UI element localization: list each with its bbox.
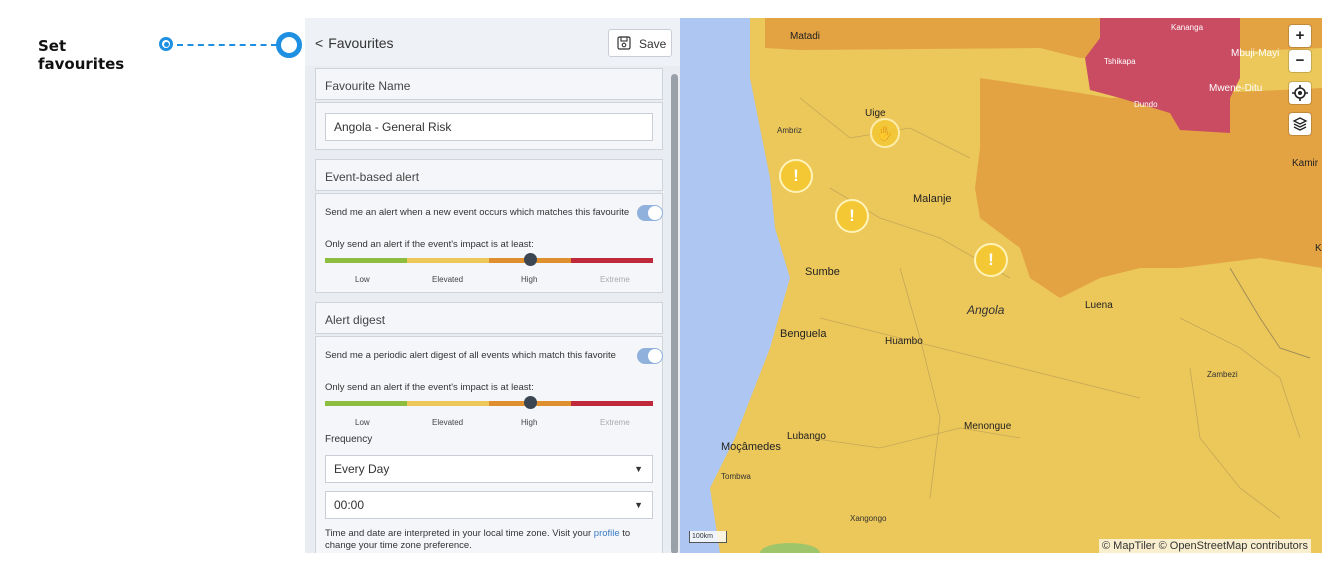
map-attribution[interactable]: © MapTiler © OpenStreetMap contributors (1099, 539, 1311, 553)
alert-marker-icon[interactable]: ! (835, 199, 869, 233)
save-button[interactable]: Save (608, 29, 672, 57)
event-alert-heading: Event-based alert (325, 170, 420, 184)
level-label-high: High (521, 275, 538, 284)
slider-segment-elevated (407, 258, 489, 263)
favourite-name-input[interactable]: Angola - General Risk (325, 113, 653, 141)
callout-target-icon (276, 32, 302, 58)
profile-link[interactable]: profile (594, 528, 620, 539)
favourites-panel: < Favourites Save Favourite Name Angola -… (305, 18, 680, 553)
place-dundo: Dundo (1134, 100, 1158, 109)
locate-icon (1292, 85, 1308, 101)
level-label-low: Low (355, 275, 370, 284)
back-button[interactable]: < Favourites (315, 35, 394, 51)
back-label: Favourites (328, 35, 394, 51)
callout-label: Set favourites (38, 37, 125, 73)
favourite-name-section: Angola - General Risk (315, 102, 663, 150)
place-zambezi: Zambezi (1207, 370, 1238, 379)
level-label-high: High (521, 418, 538, 427)
event-impact-slider[interactable] (325, 253, 653, 266)
digest-heading: Alert digest (325, 313, 386, 327)
place-ambriz: Ambriz (777, 126, 802, 135)
zoom-in-button[interactable]: + (1289, 25, 1311, 47)
place-malanje: Malanje (913, 193, 952, 205)
time-select[interactable]: 00:00 ▼ (325, 491, 653, 519)
save-label: Save (639, 37, 667, 51)
timezone-note: Time and date are interpreted in your lo… (325, 528, 655, 552)
favourite-name-heading: Favourite Name (325, 79, 411, 93)
level-label-extreme: Extreme (600, 275, 630, 284)
layers-icon (1292, 117, 1308, 131)
digest-header: Alert digest (315, 302, 663, 334)
save-icon (617, 36, 631, 50)
digest-section: Send me a periodic alert digest of all e… (315, 336, 663, 553)
slider-segment-elevated (407, 401, 489, 406)
chevron-down-icon: ▼ (634, 500, 643, 510)
note-text: Time and date are interpreted in your lo… (325, 528, 594, 539)
slider-segment-extreme (571, 401, 653, 406)
callout-connector (177, 44, 277, 46)
event-slider-handle[interactable] (524, 253, 537, 266)
place-mbuji-mayi: Mbuji-Mayi (1231, 48, 1280, 59)
risk-map[interactable]: Matadi Kananga Tshikapa Mbuji-Mayi Mwene… (680, 18, 1322, 553)
place-mocamedes: Moçâmedes (721, 441, 781, 453)
panel-header: < Favourites Save (305, 18, 680, 66)
event-alert-toggle-text: Send me an alert when a new event occurs… (325, 207, 630, 218)
zoom-out-button[interactable]: − (1289, 50, 1311, 72)
map-canvas (710, 18, 1322, 553)
place-k-edge: K (1315, 243, 1322, 254)
place-luena: Luena (1085, 300, 1113, 311)
event-alert-toggle[interactable] (637, 205, 663, 221)
digest-impact-text: Only send an alert if the event's impact… (325, 382, 534, 393)
place-mwene-ditu: Mwene-Ditu (1209, 83, 1263, 94)
digest-toggle[interactable] (637, 348, 663, 364)
place-lubango: Lubango (787, 431, 826, 442)
place-matadi: Matadi (790, 31, 821, 42)
event-alert-section: Send me an alert when a new event occurs… (315, 193, 663, 293)
slider-segment-low (325, 258, 407, 263)
map-scale: 100km (689, 531, 727, 543)
place-kananga: Kananga (1171, 23, 1204, 32)
frequency-label: Frequency (325, 434, 373, 445)
locate-button[interactable] (1289, 82, 1311, 104)
protest-alert-icon[interactable]: ✋ (870, 118, 900, 148)
frequency-value: Every Day (334, 462, 390, 476)
chevron-left-icon: < (315, 35, 324, 51)
place-xangongo: Xangongo (850, 514, 887, 523)
place-sumbe: Sumbe (805, 266, 840, 278)
level-label-extreme: Extreme (600, 418, 630, 427)
chevron-down-icon: ▼ (634, 464, 643, 474)
layers-button[interactable] (1289, 113, 1311, 135)
favourite-name-header: Favourite Name (315, 68, 663, 100)
frequency-select[interactable]: Every Day ▼ (325, 455, 653, 483)
level-label-elevated: Elevated (432, 418, 464, 427)
digest-slider-handle[interactable] (524, 396, 537, 409)
place-tshikapa: Tshikapa (1104, 57, 1136, 66)
place-huambo: Huambo (885, 336, 923, 347)
level-label-elevated: Elevated (432, 275, 464, 284)
event-alert-header: Event-based alert (315, 159, 663, 191)
panel-scrollbar[interactable] (671, 74, 678, 553)
slider-segment-low (325, 401, 407, 406)
digest-impact-slider[interactable] (325, 396, 653, 409)
slider-segment-extreme (571, 258, 653, 263)
place-kamina: Kamir (1292, 158, 1319, 169)
place-menongue: Menongue (964, 421, 1012, 432)
event-impact-text: Only send an alert if the event's impact… (325, 239, 534, 250)
alert-marker-icon[interactable]: ! (974, 243, 1008, 277)
time-value: 00:00 (334, 498, 365, 512)
level-label-low: Low (355, 418, 370, 427)
place-benguela: Benguela (780, 328, 827, 340)
alert-marker-icon[interactable]: ! (779, 159, 813, 193)
callout-dot-icon (159, 37, 173, 51)
place-tombwa: Tombwa (721, 472, 751, 481)
digest-toggle-text: Send me a periodic alert digest of all e… (325, 350, 616, 361)
place-angola: Angola (967, 303, 1005, 317)
